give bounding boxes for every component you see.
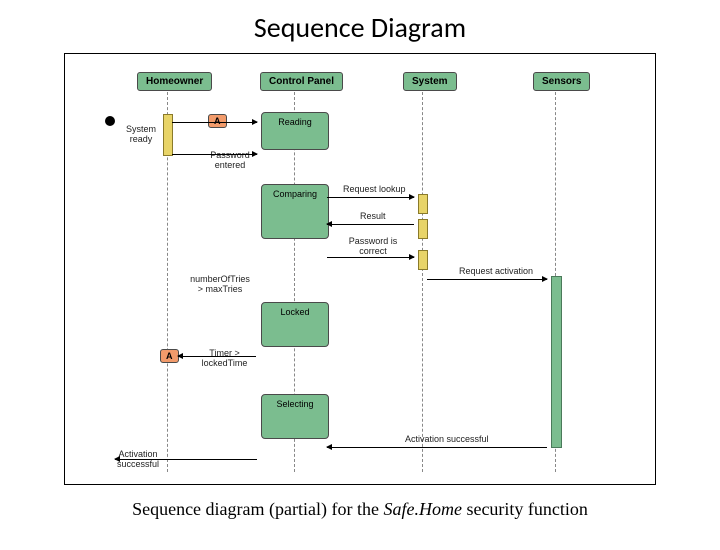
msg-password-correct: Password iscorrect bbox=[343, 236, 403, 256]
lifeline-sensors: Sensors bbox=[533, 72, 590, 91]
state-selecting: Selecting bbox=[261, 394, 329, 439]
msg-result: Result bbox=[360, 211, 386, 221]
msg-request-activation: Request activation bbox=[459, 266, 533, 276]
start-node-icon bbox=[105, 116, 115, 126]
activation-homeowner bbox=[163, 114, 173, 156]
lifeline-homeowner: Homeowner bbox=[137, 72, 212, 91]
activation-system-2 bbox=[418, 219, 428, 239]
caption-italic: Safe.Home bbox=[383, 499, 461, 519]
arrow-request-lookup bbox=[327, 197, 414, 198]
msg-timer-locked: Timer >lockedTime bbox=[197, 348, 252, 368]
state-locked: Locked bbox=[261, 302, 329, 347]
msg-password-entered: Passwordentered bbox=[205, 150, 255, 170]
arrow-activation-successful-2 bbox=[115, 459, 257, 460]
arrow-result bbox=[327, 224, 414, 225]
arrow-password-correct bbox=[327, 257, 414, 258]
state-reading: Reading bbox=[261, 112, 329, 150]
marker-a-2: A bbox=[160, 349, 179, 363]
arrow-request-activation bbox=[427, 279, 547, 280]
arrow-password-entered bbox=[172, 154, 257, 155]
caption-prefix: Sequence diagram (partial) for the bbox=[132, 499, 383, 519]
arrow-system-ready bbox=[172, 122, 257, 123]
caption: Sequence diagram (partial) for the Safe.… bbox=[0, 499, 720, 520]
lifeline-control-panel: Control Panel bbox=[260, 72, 343, 91]
caption-suffix: security function bbox=[462, 499, 588, 519]
lifeline-line-system bbox=[422, 92, 423, 472]
activation-system-1 bbox=[418, 194, 428, 214]
state-comparing: Comparing bbox=[261, 184, 329, 239]
activation-sensors bbox=[551, 276, 562, 448]
msg-number-tries: numberOfTries> maxTries bbox=[185, 274, 255, 294]
lifeline-system: System bbox=[403, 72, 457, 91]
activation-system-3 bbox=[418, 250, 428, 270]
diagram-canvas: Homeowner Control Panel System Sensors A… bbox=[64, 53, 656, 485]
page-title: Sequence Diagram bbox=[0, 10, 720, 45]
msg-activation-successful-1: Activation successful bbox=[405, 434, 489, 444]
marker-a-1: A bbox=[208, 114, 227, 128]
arrow-activation-successful-1 bbox=[327, 447, 547, 448]
msg-system-ready: Systemready bbox=[121, 124, 161, 144]
msg-request-lookup: Request lookup bbox=[343, 184, 406, 194]
